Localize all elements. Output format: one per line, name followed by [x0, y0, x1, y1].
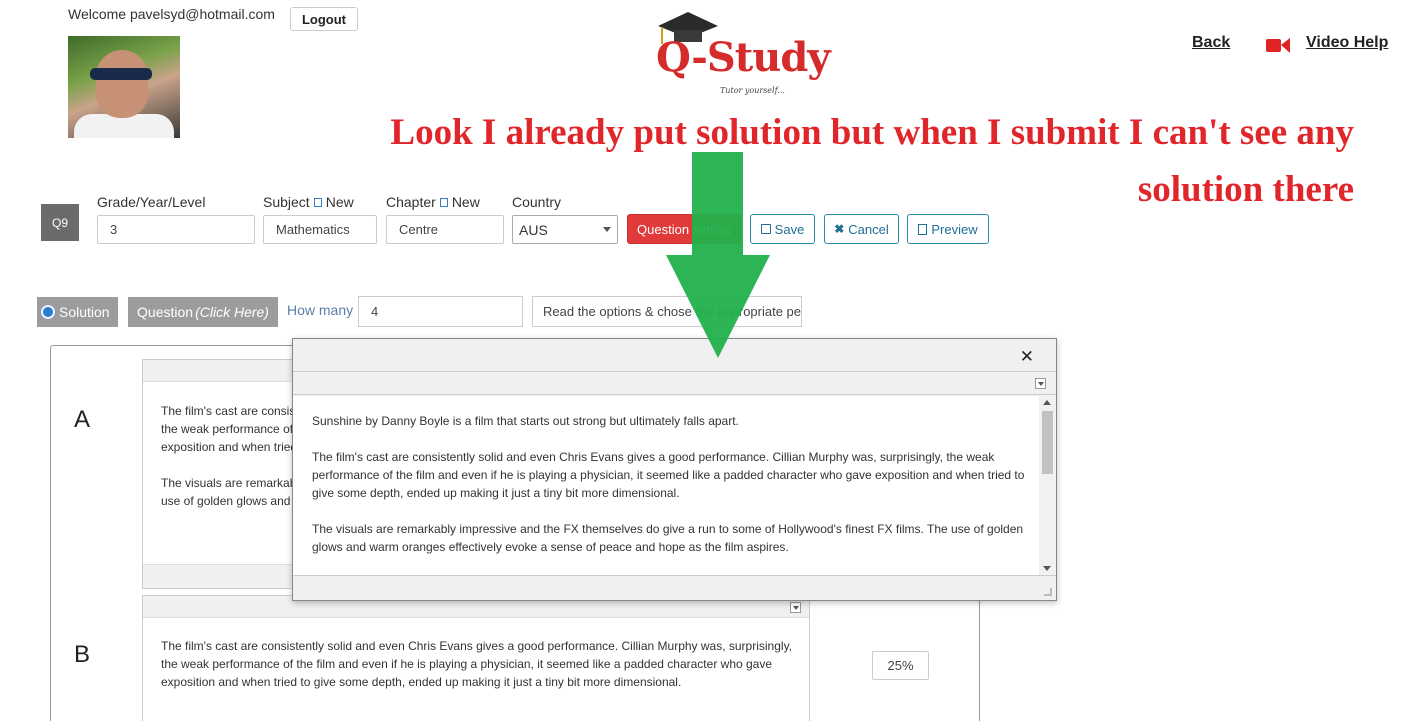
question-hint: (Click Here) — [195, 304, 269, 320]
text-line: the weak performance of the film and eve… — [161, 657, 773, 671]
text-line: exposition and when tried — [161, 440, 298, 454]
question-number-badge: Q9 — [41, 204, 79, 241]
option-b-percent-input[interactable]: 25% — [872, 651, 929, 680]
modal-scrollbar[interactable] — [1039, 396, 1056, 575]
modal-editor-body[interactable]: Sunshine by Danny Boyle is a film that s… — [293, 396, 1056, 576]
avatar — [68, 36, 180, 138]
save-label: Save — [774, 221, 805, 237]
instruction-input[interactable]: Read the options & chose the appropriate… — [532, 296, 802, 327]
video-camera-icon[interactable] — [1266, 37, 1290, 54]
save-button[interactable]: Save — [750, 214, 815, 244]
text-line: use of golden glows and w — [161, 494, 303, 508]
scroll-up-icon[interactable] — [1043, 400, 1051, 405]
how-many-label: How many — [287, 302, 354, 318]
modal-paragraph: The visuals are remarkably impressive an… — [312, 522, 1024, 554]
grade-input[interactable]: 3 — [97, 215, 255, 244]
cancel-button[interactable]: ✖ Cancel — [824, 214, 899, 244]
floppy-disk-icon — [760, 224, 771, 234]
question-label: Question — [137, 304, 194, 320]
modal-editor-toolbar — [293, 371, 1056, 395]
text-line: the weak performance of — [161, 422, 294, 436]
cancel-label: Cancel — [848, 221, 889, 237]
annotation-text: Look I already put solution but when I s… — [390, 112, 1354, 210]
chevron-down-icon — [603, 227, 611, 232]
solution-modal: ✕ Sunshine by Danny Boyle is a film that… — [292, 338, 1057, 601]
solution-label: Solution — [59, 304, 110, 320]
scroll-down-icon[interactable] — [1043, 566, 1051, 571]
chevron-down-icon[interactable] — [1035, 378, 1046, 389]
text-line: The film's cast are consistently solid a… — [161, 639, 793, 653]
country-select[interactable]: AUS — [512, 215, 618, 244]
text-line: The visuals are remarkab — [161, 476, 297, 490]
question-button[interactable]: Question (Click Here) — [128, 297, 278, 327]
solution-button[interactable]: Solution — [37, 297, 118, 327]
logo: Q-Study Tutor yourself... — [648, 8, 858, 100]
modal-paragraph: The film's cast are consistently solid a… — [312, 450, 1025, 500]
modal-paragraph: Sunshine by Danny Boyle is a film that s… — [312, 414, 739, 428]
option-b-text: The film's cast are consistently solid a… — [161, 637, 792, 691]
country-value: AUS — [519, 221, 548, 238]
option-letter-b: B — [74, 641, 91, 668]
how-many-input[interactable]: 4 — [358, 296, 523, 327]
document-icon — [918, 223, 928, 235]
subject-input[interactable]: Mathematics — [263, 215, 377, 244]
option-letter-a: A — [74, 406, 91, 433]
option-a-text: The film's cast are consist the weak per… — [161, 402, 302, 510]
modal-text: Sunshine by Danny Boyle is a film that s… — [312, 412, 1027, 574]
scrollbar-thumb[interactable] — [1042, 411, 1053, 474]
welcome-text: Welcome pavelsyd@hotmail.com — [68, 6, 275, 22]
grade-label: Grade/Year/Level — [97, 194, 206, 210]
back-link[interactable]: Back — [1192, 34, 1230, 52]
close-icon[interactable]: ✕ — [1020, 347, 1034, 367]
chapter-input[interactable]: Centre — [386, 215, 504, 244]
resize-handle-icon[interactable] — [1044, 588, 1052, 596]
text-line: exposition and when tried to give some d… — [161, 675, 682, 689]
sun-icon — [41, 305, 55, 319]
chevron-down-icon[interactable] — [790, 602, 801, 613]
logo-text: Q-Study — [656, 34, 831, 81]
video-help-link[interactable]: Video Help — [1306, 34, 1388, 52]
logo-tagline: Tutor yourself... — [720, 86, 785, 95]
logout-button[interactable]: Logout — [290, 7, 358, 31]
text-line: The film's cast are consist — [161, 404, 299, 418]
preview-label: Preview — [931, 221, 978, 237]
preview-button[interactable]: Preview — [907, 214, 989, 244]
question-setting-button[interactable]: Question setting — [627, 214, 741, 244]
close-icon: ✖ — [834, 222, 845, 236]
option-b-editor[interactable]: The film's cast are consistently solid a… — [142, 595, 810, 721]
